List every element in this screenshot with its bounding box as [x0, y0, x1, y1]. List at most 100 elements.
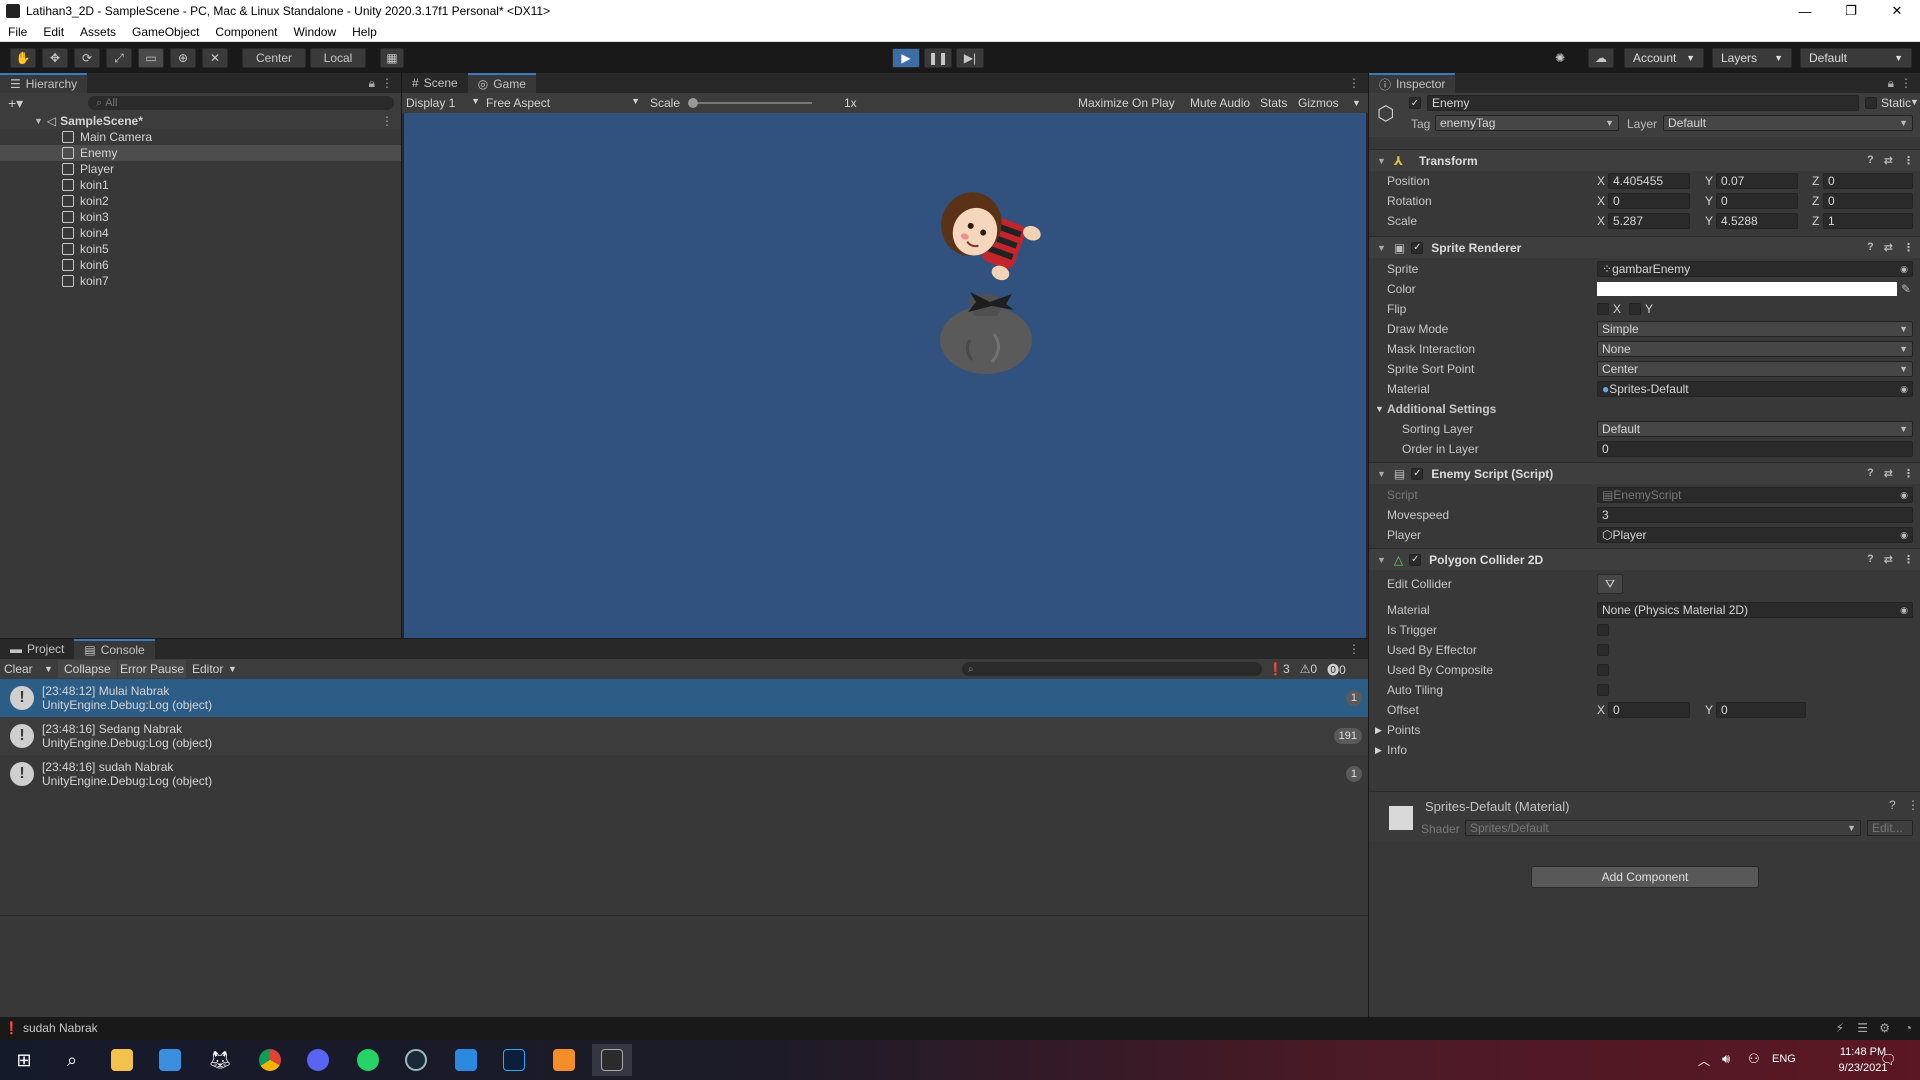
tab-inspector[interactable]: ⓘ Inspector: [1369, 73, 1456, 93]
grid-snap-icon[interactable]: ▦: [380, 48, 404, 68]
object-picker-icon[interactable]: ◉: [1900, 384, 1908, 395]
help-icon[interactable]: ?: [1867, 467, 1874, 480]
preset-icon[interactable]: ⇄: [1884, 553, 1893, 566]
clear-button[interactable]: Clear: [4, 662, 33, 676]
more-menu-icon[interactable]: ⋮: [1903, 241, 1914, 254]
transform-header[interactable]: ▼ ⅄ Transform ? ⇄ ⋮: [1369, 149, 1920, 171]
sorting-layer-dropdown[interactable]: Default ▼: [1597, 421, 1913, 437]
collab-icon[interactable]: ✺: [1548, 48, 1572, 68]
console-detail-divider[interactable]: [0, 915, 1368, 916]
vscode-icon[interactable]: [446, 1044, 486, 1076]
minimize-button[interactable]: —: [1782, 0, 1828, 22]
hierarchy-item[interactable]: koin1: [0, 177, 401, 193]
windows-start-icon[interactable]: ⊞: [4, 1044, 44, 1076]
error-count-toggle[interactable]: ⓿0: [1327, 661, 1346, 678]
menu-component[interactable]: Component: [207, 25, 285, 39]
menu-file[interactable]: File: [0, 25, 35, 39]
chevron-down-icon[interactable]: ▼: [1352, 98, 1361, 108]
tab-project[interactable]: ▬ Project: [0, 639, 75, 659]
eyedropper-icon[interactable]: ✎: [1901, 282, 1911, 296]
chrome-icon[interactable]: [250, 1044, 290, 1076]
more-menu-icon[interactable]: ⋮: [381, 114, 393, 128]
scale-z-field[interactable]: 1: [1823, 213, 1913, 229]
transform-tool-icon[interactable]: ⊕: [170, 48, 196, 68]
more-menu-icon[interactable]: ⋮: [1900, 76, 1912, 90]
object-picker-icon[interactable]: ◉: [1900, 264, 1908, 275]
help-icon[interactable]: ?: [1867, 154, 1874, 167]
rotation-z-field[interactable]: 0: [1823, 193, 1913, 209]
mask-dropdown[interactable]: None ▼: [1597, 341, 1913, 357]
used-by-composite-checkbox[interactable]: [1597, 664, 1609, 676]
enabled-checkbox[interactable]: ✓: [1411, 241, 1424, 254]
file-explorer-icon[interactable]: [102, 1044, 142, 1076]
unity-taskbar-icon[interactable]: [592, 1044, 632, 1076]
position-z-field[interactable]: 0: [1823, 173, 1913, 189]
scale-slider-thumb[interactable]: [688, 98, 698, 108]
more-menu-icon[interactable]: ⋮: [1903, 467, 1914, 480]
pivot-local-button[interactable]: Local: [310, 48, 366, 68]
step-button[interactable]: ▶|: [956, 48, 984, 68]
hierarchy-item[interactable]: koin3: [0, 209, 401, 225]
sprite-object-field[interactable]: ⁘ gambarEnemy ◉: [1597, 261, 1913, 277]
console-log-row[interactable]: ! [23:48:16] Sedang Nabrak UnityEngine.De…: [0, 717, 1368, 755]
app-fox-icon[interactable]: 🦊︎: [200, 1044, 240, 1076]
more-menu-icon[interactable]: ⋮: [1903, 154, 1914, 167]
tab-game[interactable]: ◎ Game: [467, 73, 536, 93]
editor-dropdown[interactable]: Editor: [192, 662, 223, 676]
console-search-input[interactable]: ⌕: [962, 662, 1262, 676]
hierarchy-item[interactable]: koin6: [0, 257, 401, 273]
preset-icon[interactable]: ⇄: [1884, 467, 1893, 480]
move-tool-icon[interactable]: ✥: [42, 48, 68, 68]
help-icon[interactable]: ?: [1867, 241, 1874, 254]
info-count-toggle[interactable]: ❗3: [1268, 662, 1290, 676]
lock-icon[interactable]: 🔒︎: [1888, 76, 1894, 91]
chevron-down-icon[interactable]: ▼: [44, 664, 53, 674]
hierarchy-item-selected[interactable]: Enemy: [0, 145, 401, 161]
preset-icon[interactable]: ⇄: [1884, 154, 1893, 167]
debug-mode-icon[interactable]: ⚙: [1879, 1021, 1890, 1035]
lock-icon[interactable]: 🔒︎: [369, 76, 375, 91]
auto-tiling-checkbox[interactable]: [1597, 684, 1609, 696]
expand-arrow-icon[interactable]: ▼: [34, 116, 43, 126]
tab-scene[interactable]: # Scene: [402, 73, 468, 93]
position-y-field[interactable]: 0.07: [1716, 173, 1798, 189]
offset-x-field[interactable]: 0: [1608, 702, 1690, 718]
menu-edit[interactable]: Edit: [35, 25, 72, 39]
tab-console[interactable]: ▤ Console: [74, 639, 155, 659]
movespeed-field[interactable]: 3: [1597, 507, 1913, 523]
play-button[interactable]: ▶: [892, 48, 920, 68]
hierarchy-search-input[interactable]: ⌕ All: [88, 96, 394, 110]
whatsapp-icon[interactable]: [348, 1044, 388, 1076]
language-indicator[interactable]: ENG: [1772, 1053, 1796, 1065]
shader-dropdown[interactable]: Sprites/Default ▼: [1465, 820, 1861, 836]
hand-tool-icon[interactable]: ✋: [10, 48, 36, 68]
chevron-down-icon[interactable]: ▼: [1910, 97, 1919, 107]
tray-overflow-icon[interactable]: ︿: [1698, 1052, 1710, 1069]
enemy-script-header[interactable]: ▼ ▤ ✓ Enemy Script (Script) ? ⇄ ⋮: [1369, 462, 1920, 484]
menu-gameobject[interactable]: GameObject: [124, 25, 207, 39]
layout-dropdown[interactable]: Default ▼: [1800, 48, 1912, 68]
add-component-button[interactable]: Add Component: [1531, 866, 1759, 888]
rotate-tool-icon[interactable]: ⟳: [74, 48, 100, 68]
stats-toggle[interactable]: Stats: [1260, 96, 1287, 110]
rotation-x-field[interactable]: 0: [1608, 193, 1690, 209]
scale-y-field[interactable]: 4.5288: [1716, 213, 1798, 229]
aspect-dropdown[interactable]: Free Aspect ▼: [486, 96, 640, 110]
close-button[interactable]: ✕: [1874, 0, 1920, 22]
display-dropdown[interactable]: Display 1 ▼: [406, 96, 480, 110]
more-menu-icon[interactable]: ⋮: [381, 76, 393, 90]
discord-icon[interactable]: [298, 1044, 338, 1076]
pivot-center-button[interactable]: Center: [242, 48, 306, 68]
layer-dropdown[interactable]: Default ▼: [1663, 115, 1913, 131]
hierarchy-item[interactable]: koin5: [0, 241, 401, 257]
auto-generate-lighting-icon[interactable]: ⚡: [1836, 1021, 1844, 1035]
is-trigger-checkbox[interactable]: [1597, 624, 1609, 636]
console-log-row[interactable]: ! [23:48:12] Mulai Nabrak UnityEngine.Deb…: [0, 679, 1368, 717]
more-menu-icon[interactable]: ⋮: [1903, 553, 1914, 566]
maximize-button[interactable]: ❐: [1828, 0, 1874, 22]
static-checkbox[interactable]: [1865, 97, 1877, 109]
material-object-field[interactable]: ● Sprites-Default ◉: [1597, 381, 1913, 397]
edit-collider-button[interactable]: ⛛: [1597, 574, 1623, 594]
sublime-icon[interactable]: [544, 1044, 584, 1076]
polygon-collider-header[interactable]: ▼ △ ✓ Polygon Collider 2D ? ⇄ ⋮: [1369, 548, 1920, 570]
